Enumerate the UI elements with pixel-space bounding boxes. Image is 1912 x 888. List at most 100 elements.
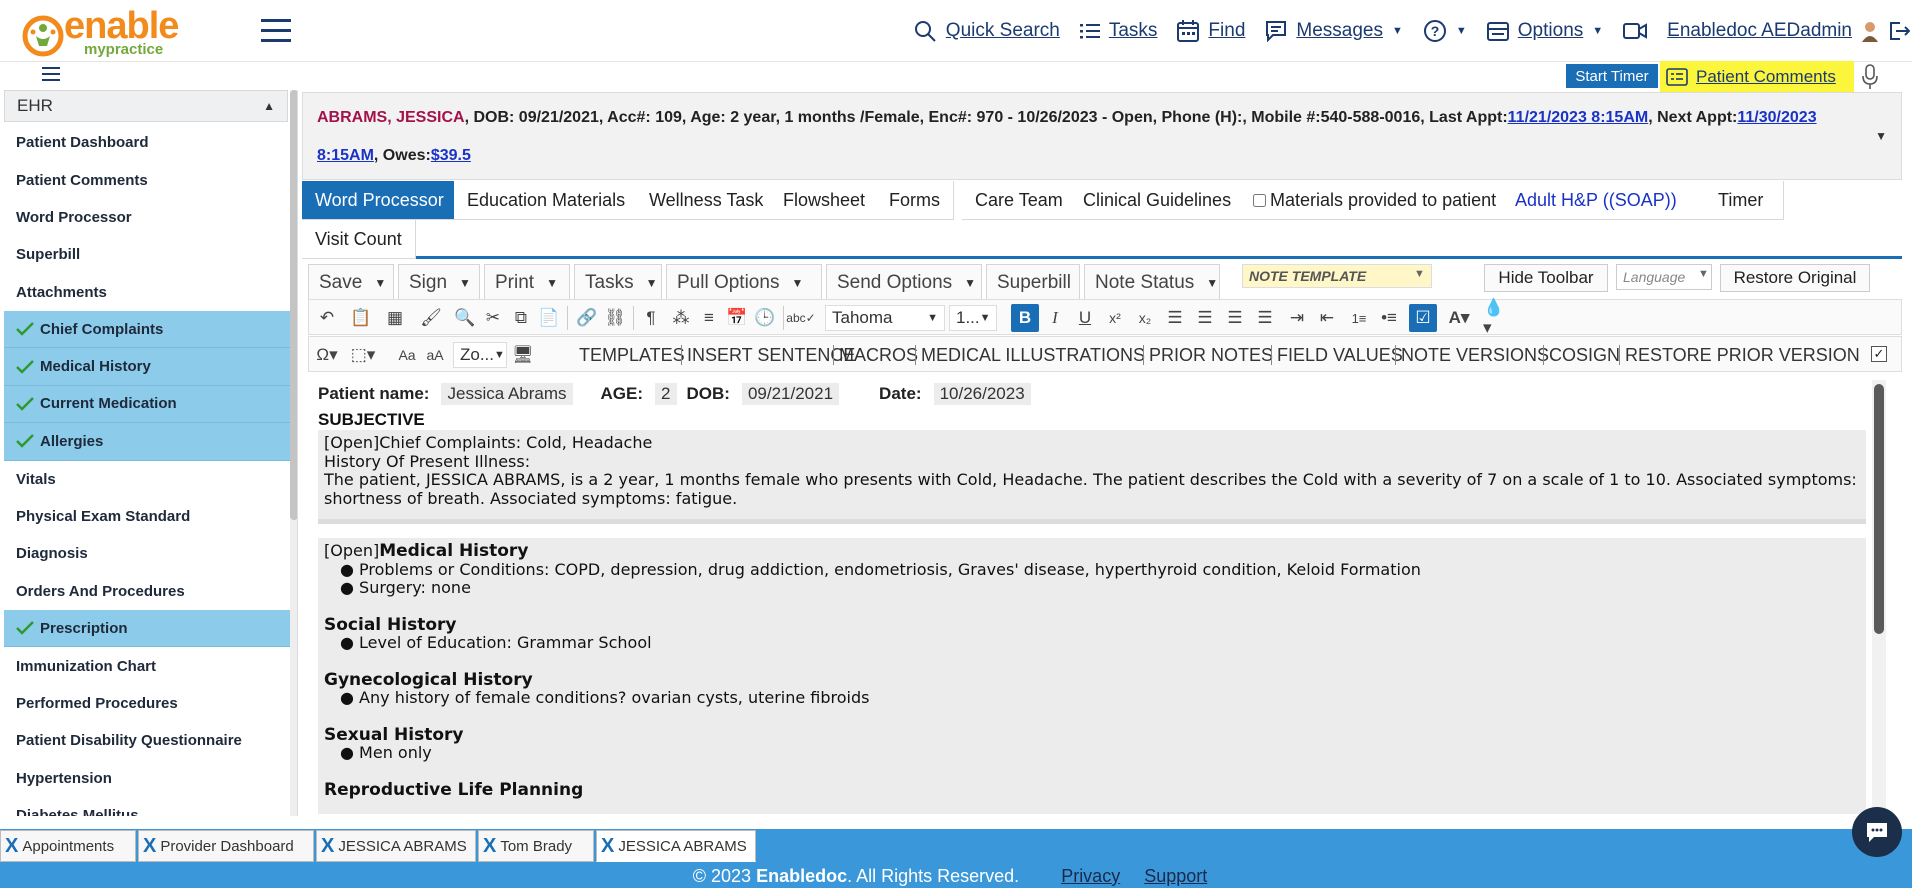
dob-field[interactable]: 09/21/2021 (741, 383, 840, 405)
microphone-icon[interactable] (1862, 64, 1878, 90)
change-case-icon[interactable]: Aa (393, 341, 421, 369)
chief-complaints-block[interactable]: [Open]Chief Complaints: Cold, Headache H… (318, 430, 1866, 524)
note-status-dropdown[interactable]: Note Status ▼ (1084, 264, 1220, 302)
insert-date-icon[interactable]: 📅 (723, 304, 751, 332)
tab-wellness-task[interactable]: Wellness Task (636, 181, 778, 220)
pull-options-dropdown[interactable]: Pull Options ▼ (666, 264, 822, 302)
user-menu[interactable]: Enabledoc AEDadmin (1667, 20, 1910, 42)
tab-forms[interactable]: Forms (876, 181, 954, 220)
print-dropdown[interactable]: Print ▼ (484, 264, 570, 302)
highlight-color-icon[interactable]: 💧▾ (1483, 298, 1511, 337)
bold-icon[interactable]: B (1011, 304, 1039, 332)
macros-link[interactable]: MACROS (839, 337, 918, 373)
indent-icon[interactable]: ⇥ (1283, 304, 1311, 332)
field-values-link[interactable]: FIELD VALUES (1277, 337, 1403, 373)
paragraph-icon[interactable]: ¶ (637, 304, 665, 332)
sidebar-item[interactable]: Chief Complaints (4, 310, 295, 349)
chevron-down-icon[interactable]: ▼ (1414, 268, 1425, 280)
font-color-icon[interactable]: A▾ (1445, 304, 1473, 332)
chat-button[interactable] (1852, 807, 1902, 857)
sidebar-item[interactable]: Allergies (4, 423, 295, 461)
note-template-select[interactable]: NOTE TEMPLATE (1242, 264, 1432, 288)
font-size-select[interactable]: 1... ▼ (949, 305, 997, 331)
special-chars-icon[interactable]: ⁂ (667, 304, 695, 332)
font-family-select[interactable]: Tahoma ▼ (825, 305, 945, 331)
sidebar-item[interactable]: Diabetes Mellitus (4, 797, 295, 816)
screen-icon[interactable]: 🖥 (509, 341, 537, 369)
window-tab-active[interactable]: X JESSICA ABRAMS (596, 830, 756, 862)
save-dropdown[interactable]: Save ▼ (308, 264, 394, 302)
sidebar-item[interactable]: Attachments (4, 274, 295, 311)
tab-adult-hp-soap[interactable]: Adult H&P ((SOAP)) (1502, 181, 1691, 220)
enable-mypractice-logo[interactable]: enable mypractice (20, 5, 195, 58)
close-icon[interactable]: X (5, 835, 18, 858)
find-replace-icon[interactable]: 🔍 (451, 304, 479, 332)
sidebar-item[interactable]: Orders And Procedures (4, 573, 295, 610)
history-block[interactable]: [Open]Medical History ● Problems or Cond… (318, 538, 1866, 814)
templates-link[interactable]: TEMPLATES (579, 337, 685, 373)
restore-original-button[interactable]: Restore Original (1720, 264, 1870, 292)
sidebar-item[interactable]: Current Medication (4, 385, 295, 424)
note-editor[interactable]: Patient name: Jessica Abrams AGE: 2 DOB:… (308, 380, 1872, 814)
close-icon[interactable]: X (143, 835, 156, 858)
chevron-down-icon[interactable]: ▼ (1698, 268, 1709, 280)
table-icon[interactable]: ▦ (381, 304, 409, 332)
last-appt-link[interactable]: 11/21/2023 8:15AM (1508, 109, 1649, 126)
messages-link[interactable]: Messages ▼ (1265, 20, 1403, 42)
restore-prior-version-link[interactable]: RESTORE PRIOR VERSION (1625, 337, 1860, 373)
window-tab[interactable]: X Tom Brady (478, 830, 594, 862)
unlink-icon[interactable]: ⛓ (601, 304, 629, 332)
paste-icon[interactable]: 📋 (347, 304, 375, 332)
options-menu[interactable]: Options ▼ (1486, 20, 1603, 42)
patient-name-field[interactable]: Jessica Abrams (441, 383, 573, 405)
align-right-icon[interactable]: ☰ (1221, 304, 1249, 332)
video-call-button[interactable] (1623, 22, 1648, 40)
superscript-icon[interactable]: x² (1101, 304, 1129, 332)
window-tab[interactable]: X JESSICA ABRAMS (316, 830, 476, 862)
underline-icon[interactable]: U (1071, 304, 1099, 332)
collapse-arrow-icon[interactable]: ▲ (263, 99, 275, 113)
sidebar-item[interactable]: Prescription (4, 610, 295, 648)
quick-search-link[interactable]: Quick Search (913, 19, 1060, 43)
editor-scrollbar-thumb[interactable] (1874, 384, 1884, 634)
sidebar-header[interactable]: EHR ▲ (4, 90, 288, 122)
send-options-dropdown[interactable]: Send Options ▼ (826, 264, 982, 302)
copy-icon[interactable]: ⧉ (507, 304, 535, 332)
patient-comments-button[interactable]: Patient Comments (1660, 61, 1854, 93)
sidebar-item[interactable]: Diagnosis (4, 535, 295, 572)
format-painter-icon[interactable]: 🖌 (417, 304, 445, 332)
sidebar-item[interactable]: Hypertension (4, 760, 295, 797)
sidebar-item[interactable]: Vitals (4, 461, 295, 498)
window-tab[interactable]: X Provider Dashboard (138, 830, 314, 862)
sidebar-item[interactable]: Immunization Chart (4, 647, 295, 684)
sidebar-item[interactable]: Patient Comments (4, 161, 295, 198)
track-changes-icon[interactable]: ☑ (1409, 304, 1437, 332)
sidebar-scrollbar-thumb[interactable] (290, 90, 297, 520)
sidebar-item[interactable]: Medical History (4, 348, 295, 386)
tasks-link[interactable]: Tasks (1079, 20, 1157, 42)
insert-time-icon[interactable]: 🕒 (751, 304, 779, 332)
tab-word-processor[interactable]: Word Processor (302, 181, 458, 220)
paste-text-icon[interactable]: 📄 (535, 304, 563, 332)
materials-provided-checkbox[interactable] (1253, 193, 1266, 207)
sign-dropdown[interactable]: Sign ▼ (398, 264, 480, 302)
close-icon[interactable]: X (601, 835, 614, 858)
tab-visit-count[interactable]: Visit Count (302, 220, 416, 259)
superbill-button[interactable]: Superbill (986, 264, 1080, 302)
bullet-list-icon[interactable]: •≡ (1375, 304, 1403, 332)
logout-icon[interactable] (1888, 20, 1910, 42)
expand-banner-icon[interactable]: ▼ (1875, 117, 1887, 155)
subscript-icon[interactable]: x₂ (1131, 304, 1159, 332)
insert-field-icon[interactable]: ⬚▾ (349, 341, 377, 369)
spellcheck-icon[interactable]: abc✓ (786, 304, 815, 332)
medical-illustrations-link[interactable]: MEDICAL ILLUSTRATIONS (921, 337, 1145, 373)
insert-sentence-link[interactable]: INSERT SENTENCE (687, 337, 855, 373)
tab-materials-provided[interactable]: Materials provided to patient (1240, 181, 1511, 220)
toolbar-checkbox[interactable]: ✓ (1871, 346, 1887, 362)
font-size-toggle-icon[interactable]: aA (421, 341, 449, 369)
age-field[interactable]: 2 (655, 383, 677, 405)
sidebar-item[interactable]: Physical Exam Standard (4, 498, 295, 535)
sidebar-item[interactable]: Performed Procedures (4, 685, 295, 722)
start-timer-button[interactable]: Start Timer (1566, 64, 1658, 88)
hide-toolbar-button[interactable]: Hide Toolbar (1484, 264, 1608, 292)
